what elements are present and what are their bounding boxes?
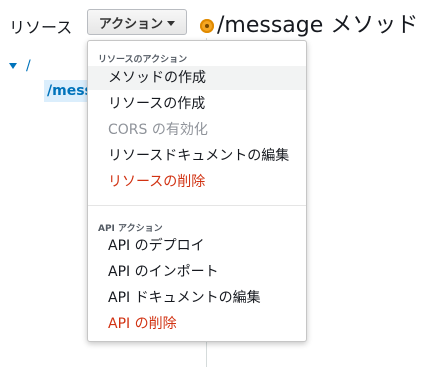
menu-item-create-resource[interactable]: リソースの作成 [88, 92, 306, 116]
menu-item-edit-resource-docs[interactable]: リソースドキュメントの編集 [88, 144, 306, 168]
menu-item-deploy-api[interactable]: API のデプロイ [88, 234, 306, 258]
menu-item-enable-cors: CORS の有効化 [108, 122, 208, 138]
actions-button-label: アクション [98, 16, 164, 32]
api-actions-header: API アクション [98, 224, 163, 234]
menu-item-delete-resource[interactable]: リソースの削除 [88, 170, 306, 194]
resource-tree-item-label: /message [47, 83, 89, 99]
caret-down-icon [167, 20, 176, 26]
resource-tree-root[interactable]: / [9, 58, 31, 74]
actions-dropdown-button[interactable]: アクション [87, 9, 187, 35]
menu-separator [88, 205, 306, 206]
actions-dropdown-menu: リソースのアクション メソッドの作成 リソースの作成 CORS の有効化 リソー… [87, 40, 307, 342]
page-title: /message メソッド [217, 13, 419, 38]
resource-tree-root-label: / [26, 58, 31, 74]
resource-tree-item-message[interactable]: /message [44, 80, 89, 102]
resources-panel-title: リソース [9, 18, 73, 37]
menu-item-create-method[interactable]: メソッドの作成 [88, 66, 306, 90]
resource-actions-header: リソースのアクション [98, 55, 188, 65]
status-indicator-icon [200, 19, 214, 33]
menu-item-import-api[interactable]: API のインポート [88, 260, 306, 284]
api-gateway-resources-page: リソース アクション /message メソッド / /message リソース… [0, 0, 438, 367]
menu-item-edit-api-docs[interactable]: API ドキュメントの編集 [88, 286, 306, 310]
expand-triangle-icon[interactable] [9, 63, 17, 69]
menu-item-delete-api[interactable]: API の削除 [88, 312, 306, 336]
